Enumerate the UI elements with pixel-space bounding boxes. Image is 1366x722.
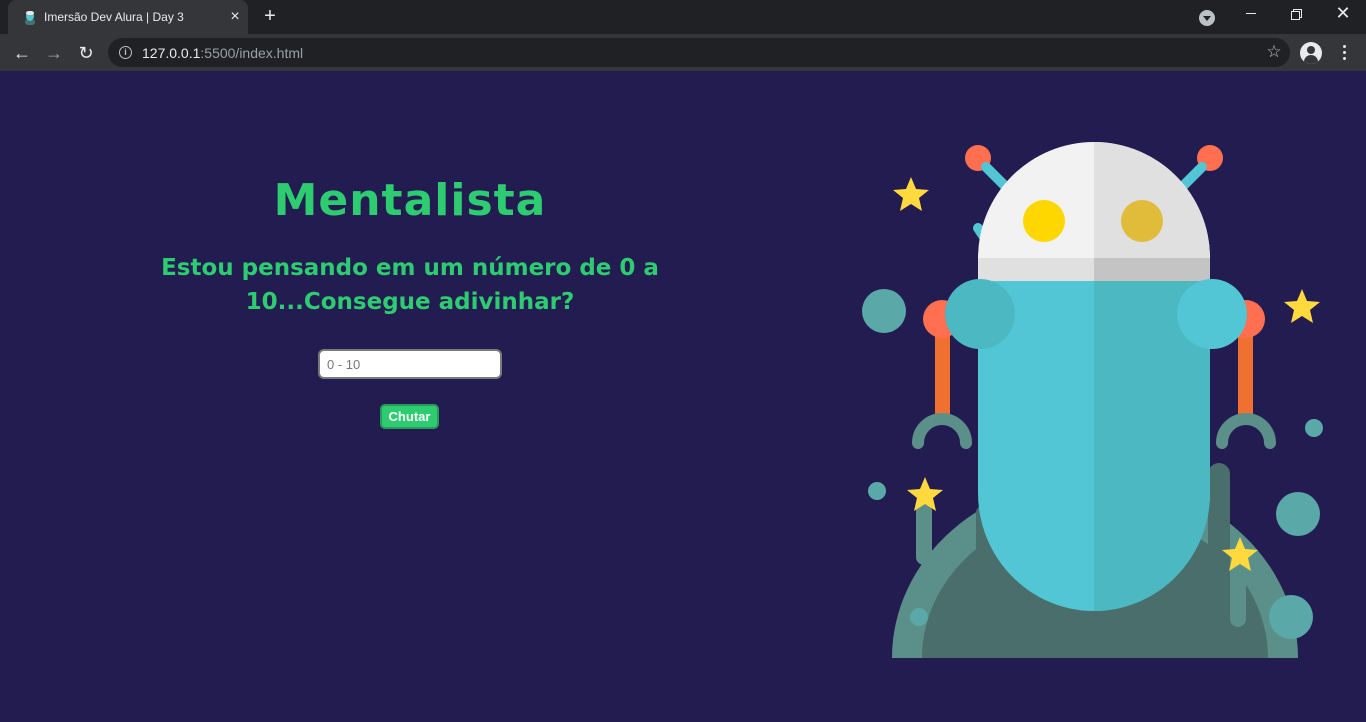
back-button[interactable]: ←	[8, 39, 36, 67]
url-text[interactable]: 127.0.0.1:5500/index.html	[142, 45, 303, 61]
restore-button[interactable]	[1274, 0, 1320, 30]
tab-title: Imersão Dev Alura | Day 3	[44, 10, 184, 24]
kebab-menu-icon[interactable]	[1334, 42, 1354, 64]
minimize-button[interactable]	[1228, 0, 1274, 30]
bookmark-star-icon[interactable]: ☆	[1264, 42, 1284, 62]
robot-favicon-icon	[25, 11, 35, 25]
forward-button[interactable]: →	[40, 39, 68, 67]
url-host: 127.0.0.1	[142, 45, 201, 61]
site-info-icon[interactable]: i	[119, 46, 132, 59]
browser-toolbar: ← → ↻ i 127.0.0.1:5500/index.html ☆	[0, 34, 1366, 71]
robot-illustration	[862, 142, 1323, 658]
tab-close-icon[interactable]: ×	[226, 8, 244, 26]
tab-strip: Imersão Dev Alura | Day 3 × + ✕	[0, 0, 1366, 34]
page-title: Mentalista	[273, 175, 547, 226]
guess-input[interactable]	[318, 349, 502, 379]
close-window-button[interactable]: ✕	[1320, 0, 1366, 30]
url-path: :5500/index.html	[200, 45, 304, 61]
page-subtitle: Estou pensando em um número de 0 a 10...…	[161, 255, 659, 315]
new-tab-button[interactable]: +	[258, 5, 282, 29]
account-icon[interactable]	[1300, 42, 1322, 64]
tab-search-icon[interactable]	[1199, 10, 1215, 26]
page-viewport: Mentalista Estou pensando em um número d…	[0, 71, 1366, 722]
browser-tab[interactable]: Imersão Dev Alura | Day 3 ×	[8, 0, 248, 34]
guess-button[interactable]: Chutar	[380, 404, 439, 429]
address-bar[interactable]: i 127.0.0.1:5500/index.html ☆	[108, 38, 1290, 67]
reload-button[interactable]: ↻	[72, 39, 100, 67]
